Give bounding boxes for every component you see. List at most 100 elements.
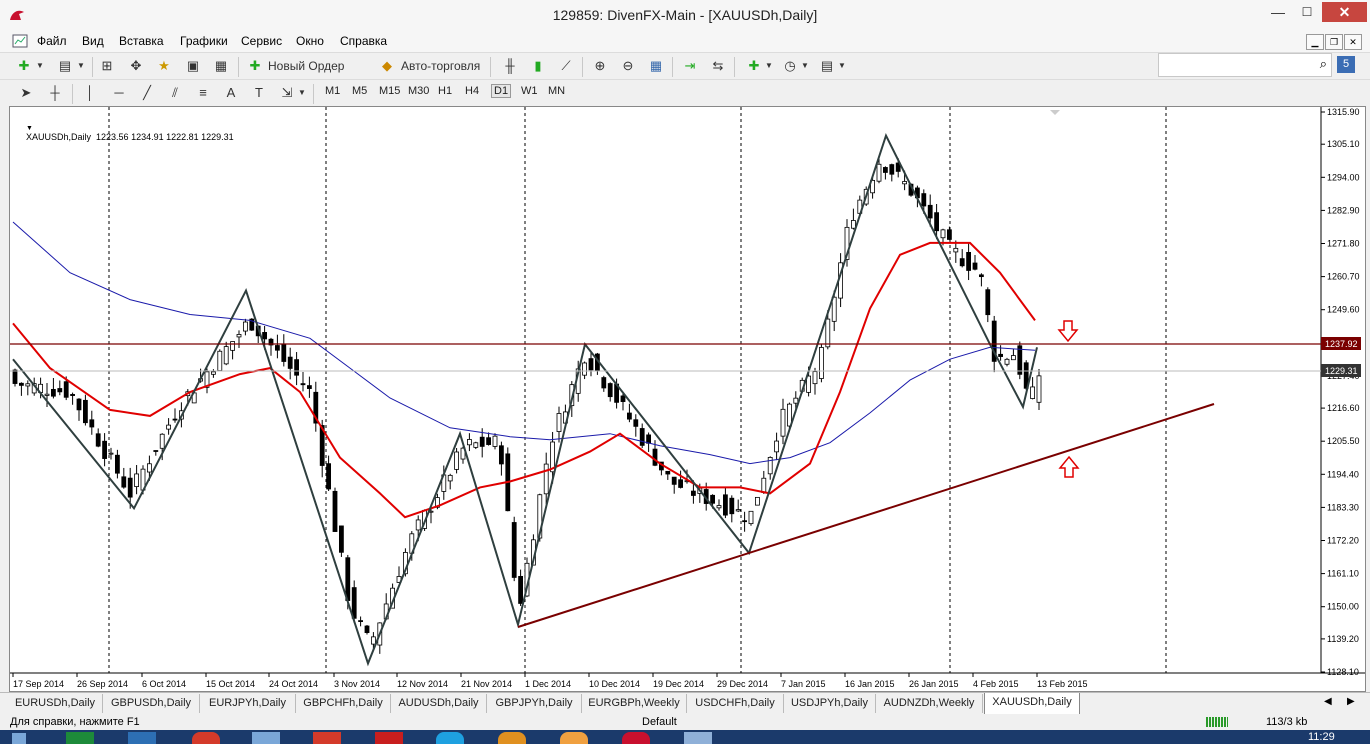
taskbar-app-icon[interactable]: [684, 732, 712, 744]
navigator-icon[interactable]: ✥: [126, 57, 146, 75]
periods-icon[interactable]: ◷: [780, 57, 800, 75]
connection-status-icon[interactable]: [1206, 717, 1228, 727]
new-order-icon[interactable]: ✚: [245, 57, 265, 75]
market-watch-icon[interactable]: ⊞: [97, 57, 117, 75]
tab-eurjpyh[interactable]: EURJPYh,Daily: [200, 694, 296, 713]
zoom-out-icon[interactable]: ⊖: [618, 57, 638, 75]
indicators-icon[interactable]: ✚: [744, 57, 764, 75]
crosshair-icon[interactable]: ┼: [45, 84, 65, 102]
mdi-close-button[interactable]: ✕: [1344, 34, 1362, 50]
menu-window[interactable]: Окно: [296, 34, 324, 48]
chevron-down-icon[interactable]: ▼: [799, 57, 811, 75]
vertical-line-icon[interactable]: │: [80, 84, 100, 102]
timeframe-h4[interactable]: H4: [465, 85, 479, 97]
new-order-button[interactable]: Новый Ордер: [268, 57, 344, 75]
fibonacci-icon[interactable]: ≡: [193, 84, 213, 102]
trendline-icon[interactable]: ╱: [137, 84, 157, 102]
chart-window[interactable]: 1315.90 1305.10 1294.00 1282.90 1271.80 1260.…: [9, 106, 1366, 692]
taskbar-app-icon[interactable]: [66, 732, 94, 744]
horizontal-line-icon[interactable]: ─: [109, 84, 129, 102]
chevron-down-icon[interactable]: ▼: [75, 57, 87, 75]
taskbar-app-icon[interactable]: [192, 732, 220, 744]
tester-icon[interactable]: ▦: [211, 57, 231, 75]
chevron-down-icon[interactable]: ▼: [296, 84, 308, 102]
arrows-icon[interactable]: ⇲: [277, 84, 297, 102]
tab-usdjpyh[interactable]: USDJPYh,Daily: [784, 694, 876, 713]
templates-icon[interactable]: ▤: [817, 57, 837, 75]
community-icon[interactable]: 5: [1337, 56, 1355, 73]
taskbar-app-icon[interactable]: [498, 732, 526, 744]
text-icon[interactable]: A: [221, 84, 241, 102]
date-tick-label: 29 Dec 2014: [717, 679, 768, 689]
tab-gbpjpyh[interactable]: GBPJPYh,Daily: [487, 694, 582, 713]
minimize-button[interactable]: —: [1264, 2, 1292, 22]
line-chart-icon[interactable]: ⟋: [556, 57, 576, 75]
new-chart-icon[interactable]: ✚: [14, 57, 34, 75]
menu-charts[interactable]: Графики: [180, 34, 228, 48]
autoscroll-icon[interactable]: ⇆: [708, 57, 728, 75]
chart-window-icon[interactable]: [12, 34, 28, 48]
menu-insert[interactable]: Вставка: [119, 34, 164, 48]
cursor-icon[interactable]: ➤: [16, 84, 36, 102]
timeframe-mn[interactable]: MN: [548, 85, 565, 97]
taskbar-app-icon[interactable]: [252, 732, 280, 744]
tile-windows-icon[interactable]: ▦: [646, 57, 666, 75]
search-icon[interactable]: ⌕: [1320, 56, 1327, 72]
chart-shift-icon[interactable]: ⇥: [680, 57, 700, 75]
timeframe-m5[interactable]: M5: [352, 85, 367, 97]
chevron-down-icon[interactable]: ▼: [34, 57, 46, 75]
tab-scroll-left-icon[interactable]: ◀: [1324, 696, 1332, 707]
equidistant-channel-icon[interactable]: ⫽: [165, 84, 185, 102]
price-chart[interactable]: 1315.90 1305.10 1294.00 1282.90 1271.80 1260.…: [10, 107, 1365, 691]
timeframe-m1[interactable]: M1: [325, 85, 340, 97]
taskbar-app-icon[interactable]: [560, 732, 588, 744]
candle-body: [44, 393, 50, 396]
mdi-restore-button[interactable]: ❐: [1325, 34, 1343, 50]
terminal-icon[interactable]: ▣: [183, 57, 203, 75]
tab-usdchfh[interactable]: USDCHFh,Daily: [687, 694, 784, 713]
tab-gbpusdh[interactable]: GBPUSDh,Daily: [103, 694, 200, 713]
mdi-minimize-button[interactable]: ▁: [1306, 34, 1324, 50]
text-label-icon[interactable]: T: [249, 84, 269, 102]
taskbar-app-icon[interactable]: [622, 732, 650, 744]
profiles-icon[interactable]: ▤: [55, 57, 75, 75]
taskbar-app-icon[interactable]: [128, 732, 156, 744]
menu-view[interactable]: Вид: [82, 34, 104, 48]
candle-body: [172, 418, 178, 421]
tab-audnzdh[interactable]: AUDNZDh,Weekly: [876, 694, 983, 713]
candle-body: [902, 181, 907, 185]
bar-chart-icon[interactable]: ╫: [500, 57, 520, 75]
timeframe-m15[interactable]: M15: [379, 85, 400, 97]
timeframe-h1[interactable]: H1: [438, 85, 452, 97]
maximize-button[interactable]: ☐: [1293, 2, 1321, 22]
candlestick-icon[interactable]: ▮: [528, 57, 548, 75]
candle-body: [351, 587, 357, 619]
autotrading-button[interactable]: Авто-торговля: [401, 57, 480, 75]
taskbar-app-icon[interactable]: [375, 732, 403, 744]
windows-start-icon[interactable]: [12, 733, 26, 744]
tab-audusdh[interactable]: AUDUSDh,Daily: [391, 694, 487, 713]
tab-scroll-right-icon[interactable]: ▶: [1347, 696, 1355, 707]
date-tick-label: 10 Dec 2014: [589, 679, 640, 689]
tab-gbpchfh[interactable]: GBPCHFh,Daily: [296, 694, 391, 713]
timeframe-d1[interactable]: D1: [491, 84, 512, 98]
tab-eurusdh[interactable]: EURUSDh,Daily: [8, 694, 103, 713]
zoom-in-icon[interactable]: ⊕: [590, 57, 610, 75]
menu-file[interactable]: Файл: [37, 34, 67, 48]
candle-body: [364, 625, 370, 633]
chevron-down-icon[interactable]: ▼: [836, 57, 848, 75]
taskbar-app-icon[interactable]: [436, 732, 464, 744]
timeframe-w1[interactable]: W1: [521, 85, 538, 97]
tab-xauusdh[interactable]: XAUUSDh,Daily: [984, 693, 1080, 715]
chevron-down-icon[interactable]: ▼: [763, 57, 775, 75]
taskbar-app-icon[interactable]: [313, 732, 341, 744]
candle-body: [262, 332, 268, 340]
autotrading-icon[interactable]: ◆: [377, 57, 397, 75]
menu-help[interactable]: Справка: [340, 34, 387, 48]
search-input[interactable]: ⌕: [1158, 53, 1332, 77]
close-button[interactable]: ✕: [1322, 2, 1367, 22]
tab-eurgbph[interactable]: EURGBPh,Weekly: [582, 694, 687, 713]
timeframe-m30[interactable]: M30: [408, 85, 429, 97]
menu-tools[interactable]: Сервис: [241, 34, 282, 48]
folder-star-icon[interactable]: ★: [154, 57, 174, 75]
